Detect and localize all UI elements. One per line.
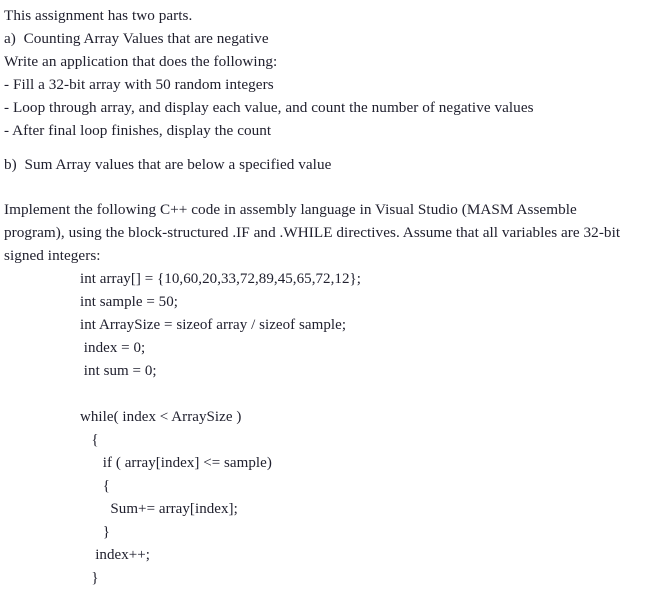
- code-line-index-init: index = 0;: [80, 340, 146, 356]
- code-line-sample-decl: int sample = 50;: [80, 294, 178, 310]
- code-line-index-increment: index++;: [80, 547, 151, 563]
- code-line-if-close-brace: }: [80, 524, 111, 540]
- instruction-paragraph: Implement the following C++ code in asse…: [4, 201, 621, 264]
- code-line-sum-init: int sum = 0;: [80, 363, 157, 379]
- code-line-arraysize-decl: int ArraySize = sizeof array / sizeof sa…: [80, 317, 347, 333]
- code-spacer: [80, 383, 500, 406]
- code-line-if-open-brace: {: [80, 478, 111, 494]
- code-line-if-condition: if ( array[index] <= sample): [80, 455, 272, 471]
- intro-line-1: This assignment has two parts.: [4, 7, 193, 24]
- code-line-array-decl: int array[] = {10,60,20,33,72,89,45,65,7…: [80, 271, 361, 287]
- intro-bullet-loop-array: - Loop through array, and display each v…: [4, 99, 534, 116]
- intro-line-part-a: a) Counting Array Values that are negati…: [4, 30, 269, 47]
- code-line-while-open-brace: {: [80, 432, 99, 448]
- intro-bullet-display-count: - After final loop finishes, display the…: [4, 122, 272, 139]
- intro-line-3: Write an application that does the follo…: [4, 53, 278, 70]
- heading-part-b: b) Sum Array values that are below a spe…: [4, 156, 332, 173]
- code-block: int array[] = {10,60,20,33,72,89,45,65,7…: [80, 268, 500, 590]
- spacer-before-instructions: [4, 176, 640, 198]
- assignment-document: This assignment has two parts. a) Counti…: [0, 0, 650, 587]
- intro-bullet-fill-array: - Fill a 32-bit array with 50 random int…: [4, 76, 274, 93]
- prose-section: This assignment has two parts. a) Counti…: [4, 4, 640, 267]
- code-line-sum-accumulate: Sum+= array[index];: [80, 501, 238, 517]
- code-line-while-header: while( index < ArraySize ): [80, 409, 242, 425]
- spacer-before-part-b: [4, 142, 640, 153]
